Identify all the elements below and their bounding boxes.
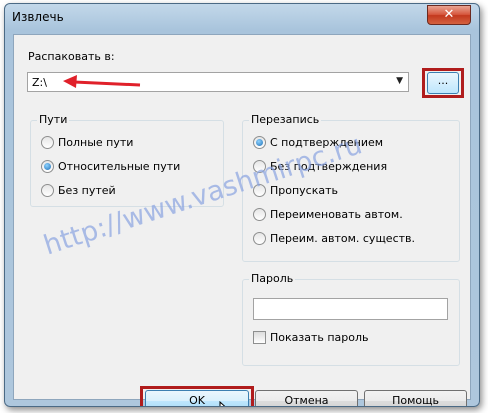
radio-label: Переим. автом. существ.	[270, 232, 416, 245]
radio-label: Переименовать автом.	[270, 208, 403, 221]
show-password-label: Показать пароль	[270, 331, 369, 344]
window-title: Извлечь	[12, 10, 64, 24]
help-button[interactable]: Помощь	[364, 390, 467, 406]
checkbox-icon[interactable]	[253, 331, 266, 344]
close-icon: ✕	[443, 7, 455, 22]
password-group-title: Пароль	[249, 272, 296, 285]
ok-button[interactable]: OK	[145, 390, 249, 406]
radio-icon[interactable]	[253, 160, 266, 173]
red-arrow-icon	[63, 75, 141, 88]
browse-button[interactable]: ...	[427, 72, 459, 94]
title-bar[interactable]: Извлечь ✕	[5, 4, 479, 32]
radio-checked-icon[interactable]	[253, 136, 266, 149]
paths-group: Пути Полные пути Относительные пути Без …	[30, 113, 224, 207]
radio-icon[interactable]	[253, 208, 266, 221]
radio-label: С подтверждением	[270, 136, 384, 149]
close-button[interactable]: ✕	[427, 5, 471, 25]
extract-dialog: Извлечь ✕ Распаковать в: Z:\ ▼ ... Пути …	[4, 3, 480, 407]
radio-icon[interactable]	[41, 184, 54, 197]
paths-group-title: Пути	[37, 113, 70, 126]
radio-icon[interactable]	[253, 232, 266, 245]
overwrite-group: Перезапись С подтверждением Без подтверж…	[242, 113, 460, 262]
chevron-down-icon[interactable]: ▼	[396, 76, 403, 86]
password-input[interactable]	[253, 298, 448, 320]
radio-icon[interactable]	[253, 184, 266, 197]
radio-label: Без путей	[58, 184, 116, 197]
extract-to-label: Распаковать в:	[28, 50, 115, 63]
radio-checked-icon[interactable]	[41, 160, 54, 173]
password-group: Пароль Показать пароль	[242, 272, 460, 366]
radio-icon[interactable]	[41, 136, 54, 149]
extract-path-value: Z:\	[32, 76, 47, 89]
cancel-button[interactable]: Отмена	[255, 390, 358, 406]
mouse-pointer-icon	[219, 401, 226, 406]
radio-label: Пропускать	[270, 184, 339, 197]
radio-label: Полные пути	[58, 136, 134, 149]
radio-label: Без подтверждения	[270, 160, 388, 173]
radio-label: Относительные пути	[58, 160, 181, 173]
overwrite-group-title: Перезапись	[249, 113, 322, 126]
dialog-client-area: Распаковать в: Z:\ ▼ ... Пути Полные пут…	[13, 34, 471, 406]
